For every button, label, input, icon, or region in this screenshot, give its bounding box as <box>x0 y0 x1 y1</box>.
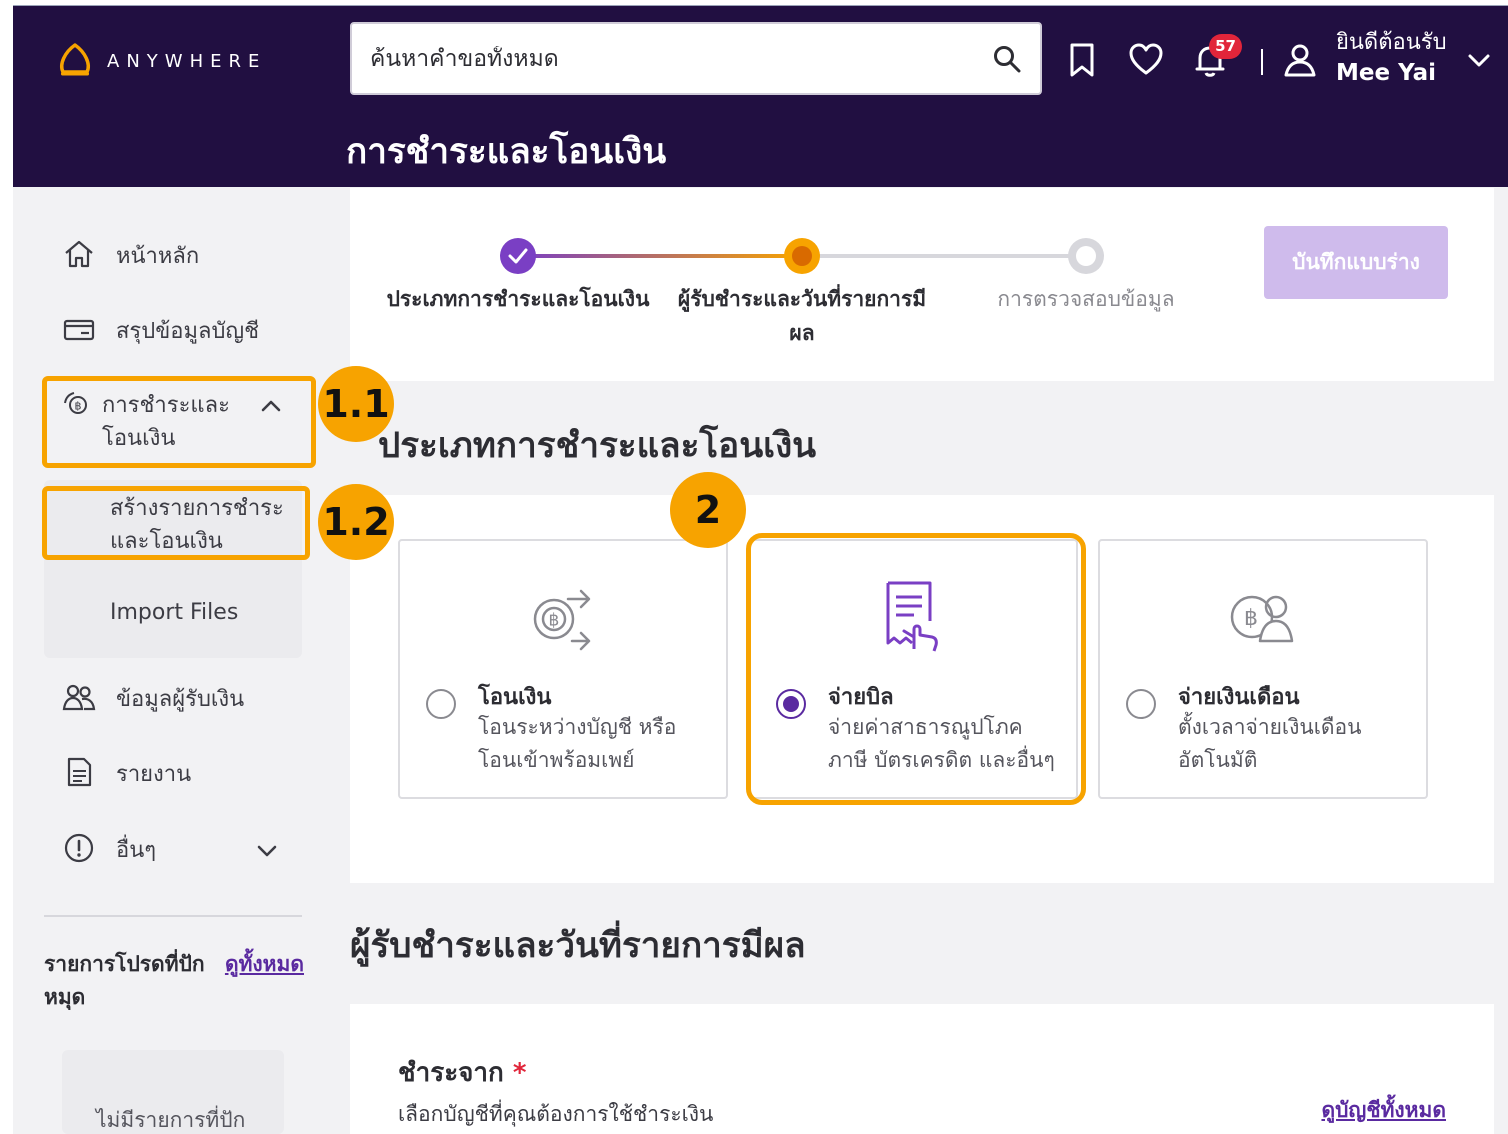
sidebar-item-reports[interactable]: รายงาน <box>62 756 191 791</box>
sidebar-item-home[interactable]: หน้าหลัก <box>62 238 199 273</box>
payment-type-section-title: ประเภทการชำระและโอนเงิน <box>378 426 817 466</box>
sidebar-item-payee-info[interactable]: ข้อมูลผู้รับเงิน <box>62 681 244 716</box>
view-all-accounts-link[interactable]: ดูบัญชีทั้งหมด <box>1321 1094 1446 1127</box>
option-name: จ่ายเงินเดือน <box>1178 685 1300 710</box>
step-pending-dot <box>1068 238 1104 274</box>
card-icon <box>63 319 95 341</box>
bookmark-icon[interactable] <box>1065 42 1099 78</box>
sidebar-item-label: อื่นๆ <box>116 838 157 863</box>
sidebar-item-others[interactable]: อื่นๆ <box>62 832 292 867</box>
favorites-empty-text: ไม่มีรายการที่ปัก <box>96 1108 246 1132</box>
sidebar-item-label: รายงาน <box>116 762 192 787</box>
step-label-3: การตรวจสอบข้อมูล <box>997 287 1175 311</box>
home-icon <box>65 240 93 268</box>
search-icon[interactable] <box>992 44 1022 74</box>
user-icon[interactable] <box>1283 42 1317 78</box>
check-icon <box>508 248 528 264</box>
required-mark: * <box>512 1058 527 1088</box>
favorites-title: รายการโปรดที่ปักหมุด <box>44 952 205 1009</box>
option-name: โอนเงิน <box>478 685 552 710</box>
option-description: โอนระหว่างบัญชี หรือ โอนเข้าพร้อมเพย์ <box>478 715 677 772</box>
callout-number-1-1: 1.1 <box>318 366 394 442</box>
logo-text: ANYWHERE <box>107 50 267 72</box>
sidebar-item-label: หน้าหลัก <box>116 244 200 269</box>
payment-type-option-payroll[interactable]: ฿ จ่ายเงินเดือน ตั้งเวลาจ่ายเงินเดือน อั… <box>1098 539 1428 799</box>
stepper-card: ประเภทการชำระและโอนเงิน ผู้รับชำระและวัน… <box>350 188 1494 381</box>
sidebar-item-label: สรุปข้อมูลบัญชี <box>116 319 260 344</box>
notification-badge: 57 <box>1209 34 1242 59</box>
search-box[interactable] <box>350 22 1042 95</box>
source-account-card: ชำระจาก * เลือกบัญชีที่คุณต้องการใช้ชำระ… <box>350 1004 1494 1134</box>
users-icon <box>62 684 96 711</box>
header-divider <box>1261 49 1263 75</box>
chevron-down-icon[interactable] <box>1467 50 1491 70</box>
save-draft-button[interactable]: บันทึกแบบร่าง <box>1264 226 1448 299</box>
report-icon <box>67 757 92 787</box>
info-icon <box>64 833 94 863</box>
sidebar-item-label: ข้อมูลผู้รับเงิน <box>116 687 245 712</box>
chevron-down-icon[interactable] <box>256 842 278 860</box>
payroll-radio[interactable] <box>1126 689 1156 719</box>
option-description: ตั้งเวลาจ่ายเงินเดือน อัตโนมัติ <box>1178 715 1362 772</box>
logo-icon <box>60 43 90 76</box>
transfer-radio[interactable] <box>426 689 456 719</box>
sidebar-divider <box>44 915 302 917</box>
callout-number-2: 2 <box>670 472 746 548</box>
source-account-label: ชำระจาก * <box>398 1052 526 1093</box>
source-label-text: ชำระจาก <box>398 1058 504 1088</box>
logo[interactable]: ANYWHERE <box>57 42 266 80</box>
source-account-hint: เลือกบัญชีที่คุณต้องการใช้ชำระเงิน <box>398 1102 714 1126</box>
welcome-text: ยินดีต้อนรับ <box>1336 30 1447 55</box>
window-left-edge <box>0 0 13 1134</box>
callout-number-1-2: 1.2 <box>318 484 394 560</box>
step-current-dot <box>784 238 820 274</box>
search-input[interactable] <box>370 45 992 72</box>
top-header: ANYWHERE 57 ยินดีต้อนรับ Mee Yai การชำระ… <box>13 6 1508 187</box>
payee-section-title: ผู้รับชำระและวันที่รายการมีผล <box>350 926 806 966</box>
callout-box-1-2 <box>42 486 310 560</box>
step-label-2: ผู้รับชำระและวันที่รายการมีผล <box>677 287 927 345</box>
stepper-line-pending <box>802 254 1086 258</box>
favorites-view-all-link[interactable]: ดูทั้งหมด <box>222 948 304 981</box>
sidebar-subitem-import-files[interactable]: Import Files <box>110 596 238 629</box>
callout-box-2 <box>746 533 1086 805</box>
stepper-line-completed <box>518 254 802 258</box>
payroll-icon: ฿ <box>1230 595 1294 643</box>
svg-text:฿: ฿ <box>1244 606 1258 631</box>
svg-text:฿: ฿ <box>549 611 560 631</box>
baht-transfer-icon: ฿ <box>533 589 591 651</box>
step-label-1: ประเภทการชำระและโอนเงิน <box>386 287 650 311</box>
heart-icon[interactable] <box>1129 42 1163 78</box>
user-name[interactable]: Mee Yai <box>1336 60 1436 86</box>
callout-box-1-1 <box>42 376 316 468</box>
payment-type-option-transfer[interactable]: ฿ โอนเงิน โอนระหว่างบัญชี หรือ โอนเข้าพร… <box>398 539 728 799</box>
step-completed-dot <box>500 238 536 274</box>
page-title: การชำระและโอนเงิน <box>346 132 667 172</box>
sidebar-item-account-summary[interactable]: สรุปข้อมูลบัญชี <box>62 313 259 348</box>
